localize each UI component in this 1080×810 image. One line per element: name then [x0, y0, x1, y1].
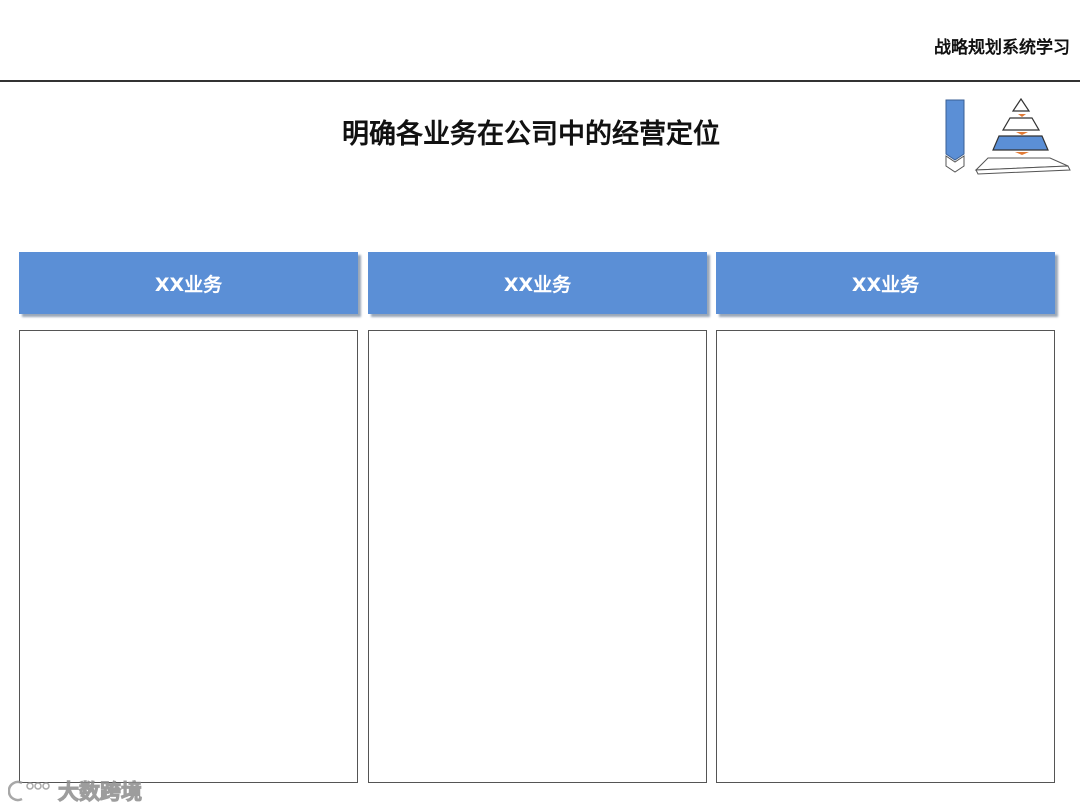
column-content-box-1 [19, 330, 358, 783]
column-header-2: XX业务 [368, 252, 707, 314]
column-header-1: XX业务 [19, 252, 358, 314]
series-title: 战略规划系统学习 [934, 38, 1070, 58]
column-content-box-3 [716, 330, 1055, 783]
watermark: 大数跨境 [8, 776, 143, 806]
header-divider [0, 80, 1080, 82]
watermark-text: 大数跨境 [58, 780, 143, 805]
watermark-logo-icon [8, 780, 50, 802]
slide: 战略规划系统学习 明确各业务在公司中的经营定位 XX业务 XX业务 XX业务 大… [0, 0, 1080, 810]
pyramid-logo-icon [945, 97, 1071, 175]
column-content-box-2 [368, 330, 707, 783]
column-header-3: XX业务 [716, 252, 1055, 314]
page-title: 明确各业务在公司中的经营定位 [342, 119, 720, 150]
